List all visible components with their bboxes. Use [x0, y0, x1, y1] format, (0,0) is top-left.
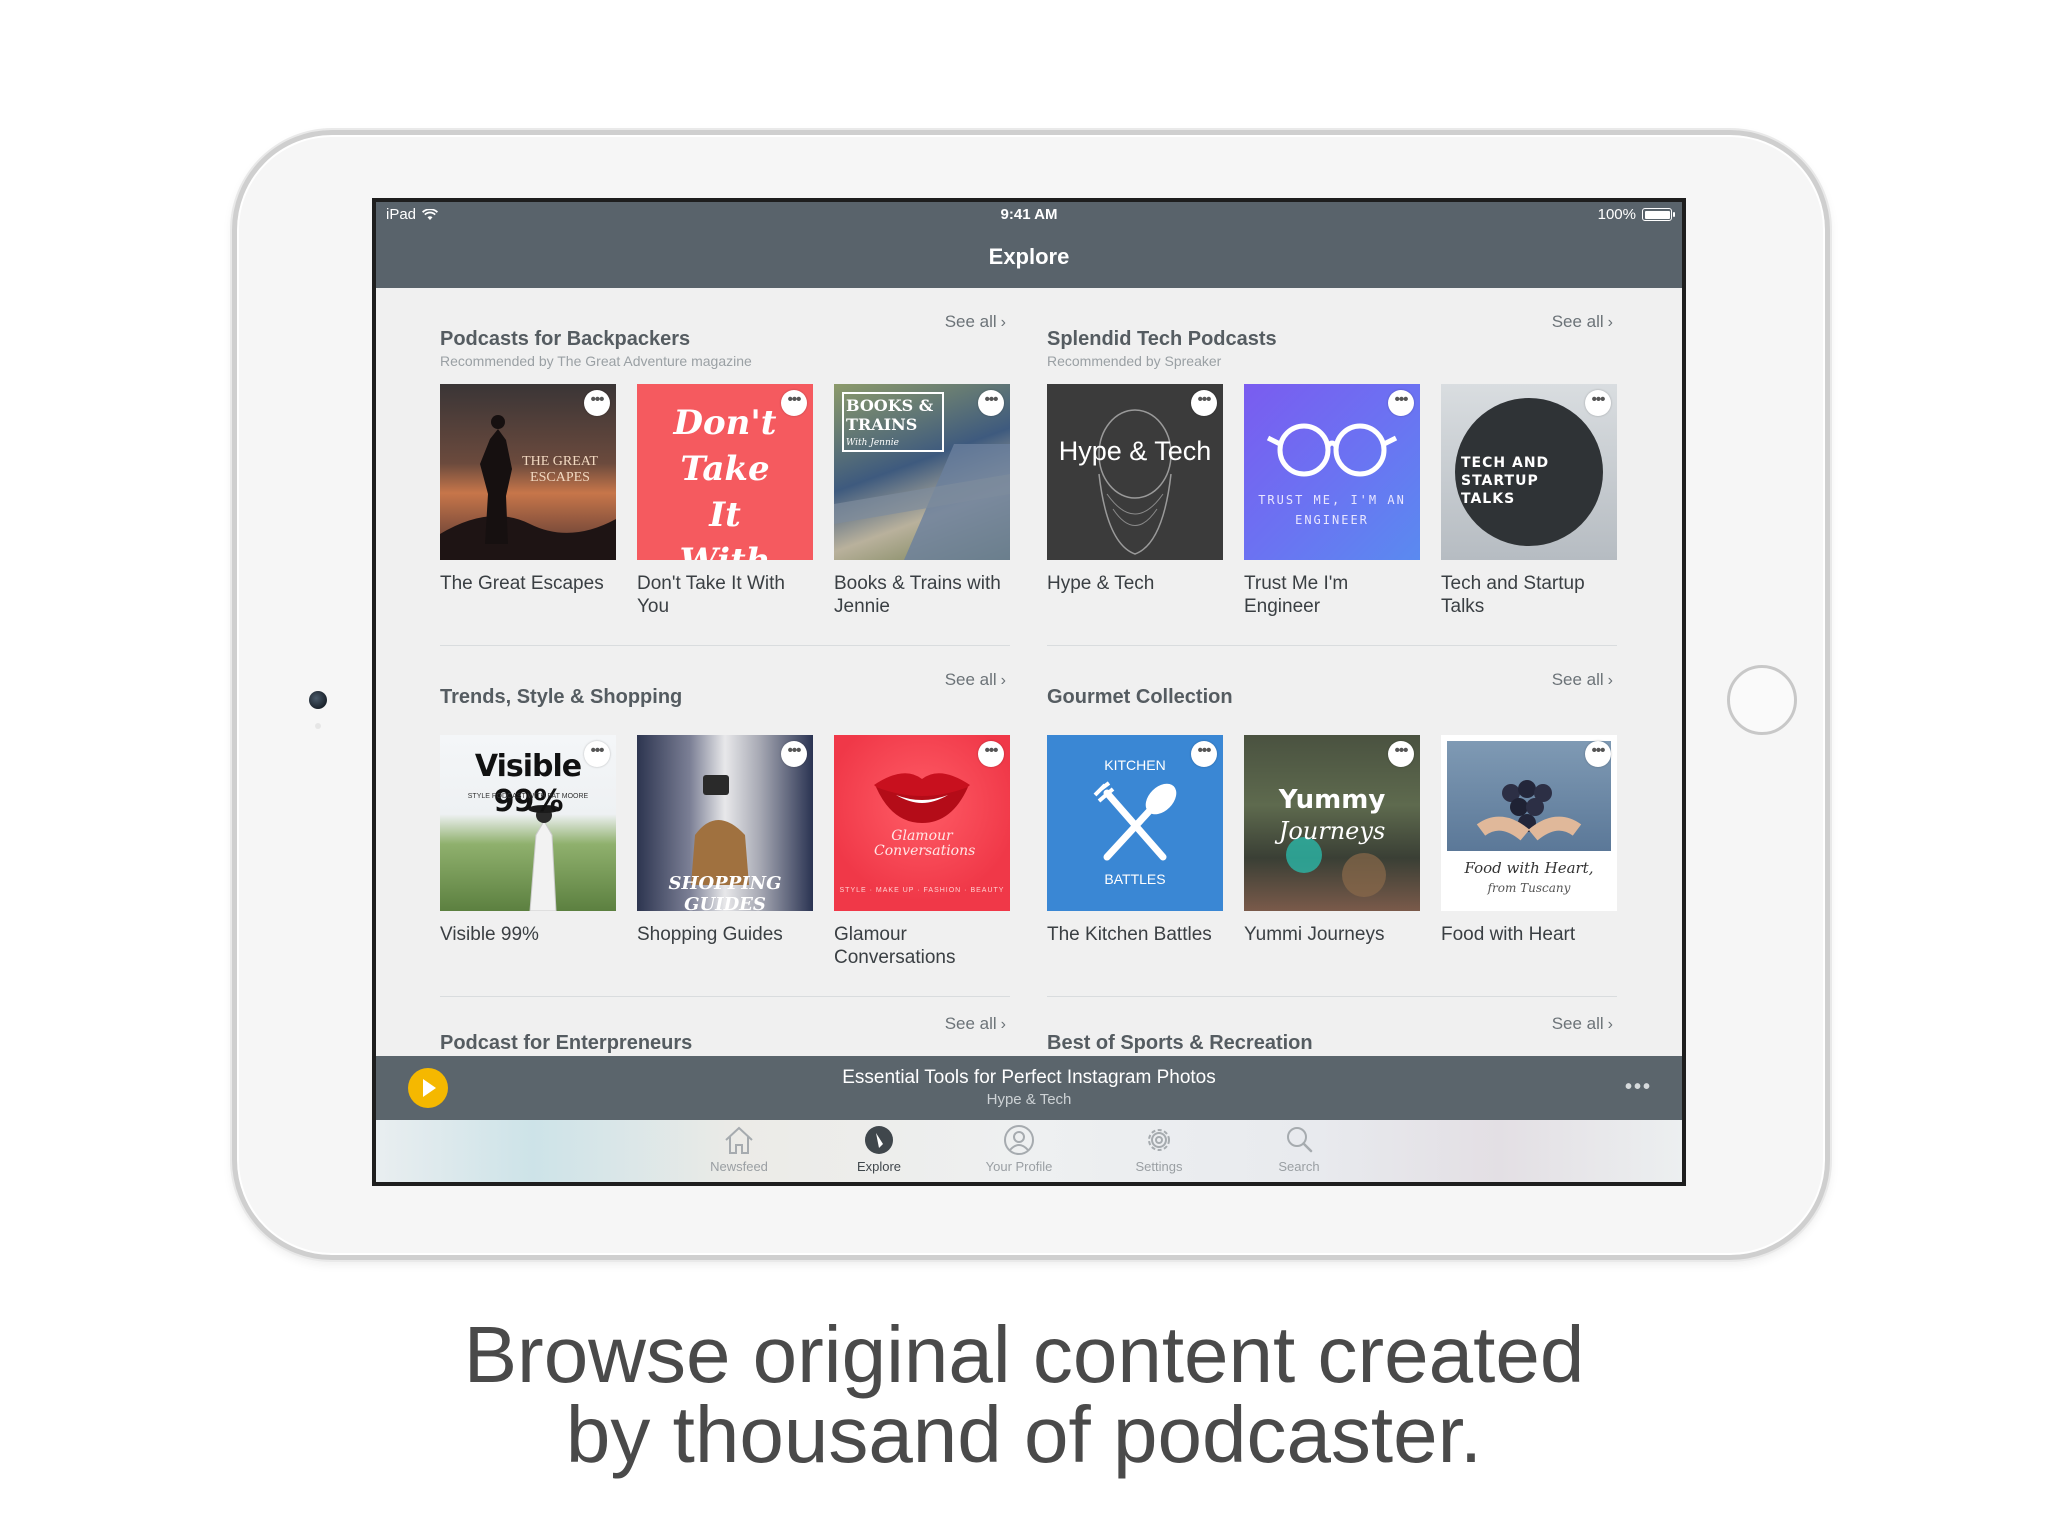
section-title: Splendid Tech Podcasts: [1047, 328, 1277, 350]
more-options-button[interactable]: •••: [1585, 741, 1611, 767]
see-all-link[interactable]: See all ›: [1552, 312, 1613, 332]
more-options-button[interactable]: •••: [584, 390, 610, 416]
app-screen: iPad 9:41 AM 100% Explore Podcasts for B…: [372, 198, 1686, 1186]
see-all-link[interactable]: See all ›: [945, 312, 1006, 332]
camera-sensor: [315, 723, 321, 729]
podcast-cover[interactable]: Hype & Tech •••: [1047, 384, 1223, 560]
page-title: Explore: [988, 244, 1070, 269]
status-bar: iPad 9:41 AM 100%: [376, 202, 1682, 226]
camera-icon: [309, 691, 327, 709]
podcast-cover[interactable]: Food with Heart, from Tuscany •••: [1441, 735, 1617, 911]
tab-search[interactable]: Search: [1239, 1124, 1359, 1174]
podcast-card[interactable]: SHOPPING GUIDES ••• Shopping Guides: [637, 735, 813, 969]
tab-bar: Newsfeed Explore Your Profile Settings S…: [376, 1120, 1682, 1182]
home-button[interactable]: [1727, 665, 1797, 735]
podcast-card[interactable]: THE GREAT ESCAPES ••• The Great Escapes: [440, 384, 616, 618]
section-title: Best of Sports & Recreation: [1047, 1032, 1313, 1054]
section-divider: [1047, 996, 1617, 997]
podcast-title: Trust Me I'm Engineer: [1244, 573, 1349, 617]
podcast-cover[interactable]: TRUST ME, I'M AN ENGINEER •••: [1244, 384, 1420, 560]
profile-icon: [1004, 1125, 1034, 1155]
tab-your-profile[interactable]: Your Profile: [959, 1124, 1079, 1174]
podcast-cover[interactable]: TECH AND STARTUP TALKS •••: [1441, 384, 1617, 560]
caption-line-1: Browse original content created: [463, 1310, 1585, 1399]
battery-percent: 100%: [1597, 206, 1636, 223]
more-options-button[interactable]: •••: [978, 741, 1004, 767]
podcast-cover[interactable]: BOOKS & TRAINS With Jennie •••: [834, 384, 1010, 560]
podcast-title: The Kitchen Battles: [1047, 924, 1212, 945]
podcast-cover[interactable]: SHOPPING GUIDES •••: [637, 735, 813, 911]
podcast-cover[interactable]: KITCHEN BATTLES •••: [1047, 735, 1223, 911]
search-icon: [1287, 1127, 1313, 1153]
podcast-title: Visible 99%: [440, 924, 539, 945]
podcast-title: Yummi Journeys: [1244, 924, 1385, 945]
podcast-cover[interactable]: Glamour Conversations STYLE · MAKE UP · …: [834, 735, 1010, 911]
podcast-card[interactable]: Hype & Tech ••• Hype & Tech: [1047, 384, 1223, 618]
more-options-button[interactable]: •••: [978, 390, 1004, 416]
player-more-button[interactable]: •••: [1625, 1076, 1652, 1099]
more-options-button[interactable]: •••: [1388, 741, 1414, 767]
podcast-title: Hype & Tech: [1047, 573, 1155, 594]
now-playing-title: Essential Tools for Perfect Instagram Ph…: [842, 1067, 1216, 1088]
podcast-title: The Great Escapes: [440, 573, 604, 594]
see-all-link[interactable]: See all ›: [1552, 670, 1613, 690]
podcast-title: Shopping Guides: [637, 924, 783, 945]
section-subtitle: Recommended by Spreaker: [1047, 353, 1222, 369]
section-divider: [440, 645, 1010, 646]
marketing-caption: Browse original content created by thous…: [0, 1315, 2048, 1475]
podcast-title: Books & Trains with Jennie: [834, 573, 1001, 617]
house-icon: [725, 1126, 753, 1154]
tab-settings[interactable]: Settings: [1099, 1124, 1219, 1174]
section-title: Trends, Style & Shopping: [440, 686, 683, 708]
navigation-bar: Explore: [376, 226, 1682, 288]
more-options-button[interactable]: •••: [584, 741, 610, 767]
podcast-card[interactable]: Don't Take It With You ••• Don't Take It…: [637, 384, 813, 618]
see-all-link[interactable]: See all ›: [945, 1014, 1006, 1034]
podcast-card[interactable]: KITCHEN BATTLES ••• The Kitchen Battles: [1047, 735, 1223, 946]
section-divider: [1047, 645, 1617, 646]
status-time: 9:41 AM: [1000, 206, 1058, 223]
now-playing-podcast: Hype & Tech: [986, 1091, 1072, 1108]
more-options-button[interactable]: •••: [781, 741, 807, 767]
caption-line-2: by thousand of podcaster.: [565, 1390, 1483, 1479]
section-divider: [440, 996, 1010, 997]
battery-icon: [1642, 208, 1675, 221]
section-subtitle: Recommended by The Great Adventure magaz…: [440, 353, 752, 369]
podcast-card[interactable]: Glamour Conversations STYLE · MAKE UP · …: [834, 735, 1010, 969]
podcast-card[interactable]: TRUST ME, I'M AN ENGINEER ••• Trust Me I…: [1244, 384, 1420, 618]
podcast-title: Tech and Startup Talks: [1441, 573, 1585, 617]
podcast-card[interactable]: Food with Heart, from Tuscany ••• Food w…: [1441, 735, 1617, 946]
more-options-button[interactable]: •••: [1191, 390, 1217, 416]
compass-icon: [865, 1126, 893, 1154]
section-title: Podcasts for Backpackers: [440, 328, 691, 350]
podcast-card[interactable]: Yummy Journeys ••• Yummi Journeys: [1244, 735, 1420, 946]
more-options-button[interactable]: •••: [781, 390, 807, 416]
podcast-cover[interactable]: Don't Take It With You •••: [637, 384, 813, 560]
podcast-title: Food with Heart: [1441, 924, 1576, 945]
section-title: Gourmet Collection: [1047, 686, 1233, 708]
more-options-button[interactable]: •••: [1388, 390, 1414, 416]
podcast-card[interactable]: Visible 99% STYLE PODCAST WITH PAT MOORE…: [440, 735, 616, 969]
section-title: Podcast for Enterpreneurs: [440, 1032, 693, 1054]
more-options-button[interactable]: •••: [1585, 390, 1611, 416]
see-all-link[interactable]: See all ›: [945, 670, 1006, 690]
more-options-button[interactable]: •••: [1191, 741, 1217, 767]
podcast-title: Glamour Conversations: [834, 924, 956, 968]
podcast-title: Don't Take It With You: [637, 573, 785, 617]
tab-explore[interactable]: Explore: [819, 1124, 939, 1174]
see-all-link[interactable]: See all ›: [1552, 1014, 1613, 1034]
podcast-cover[interactable]: Visible 99% STYLE PODCAST WITH PAT MOORE…: [440, 735, 616, 911]
podcast-card[interactable]: BOOKS & TRAINS With Jennie ••• Books & T…: [834, 384, 1010, 618]
tab-newsfeed[interactable]: Newsfeed: [679, 1124, 799, 1174]
explore-content[interactable]: Podcasts for Backpackers Recommended by …: [376, 288, 1682, 1056]
gear-icon: [1148, 1129, 1170, 1151]
podcast-cover[interactable]: THE GREAT ESCAPES •••: [440, 384, 616, 560]
podcast-card[interactable]: TECH AND STARTUP TALKS ••• Tech and Star…: [1441, 384, 1617, 618]
podcast-cover[interactable]: Yummy Journeys •••: [1244, 735, 1420, 911]
mini-player[interactable]: Essential Tools for Perfect Instagram Ph…: [376, 1056, 1682, 1120]
